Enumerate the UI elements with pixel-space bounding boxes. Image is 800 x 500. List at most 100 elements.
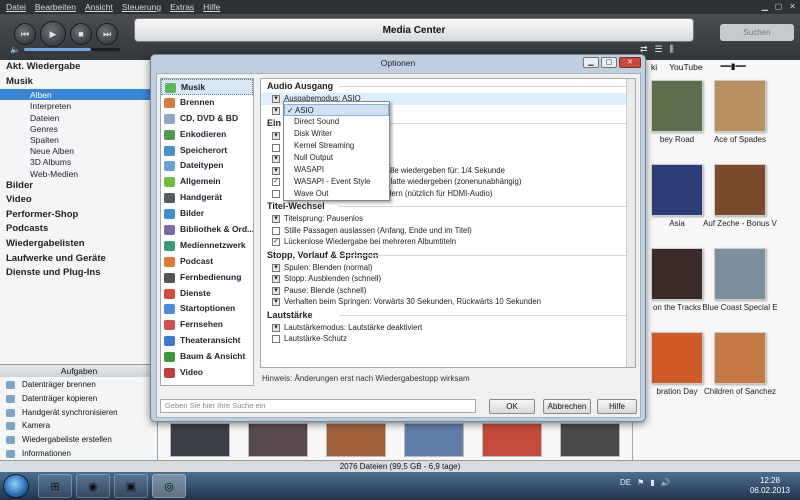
album-cover[interactable]	[651, 80, 703, 132]
equalizer-icon[interactable]: ⫼	[670, 44, 674, 55]
sidebar-item-3d-albums[interactable]: 3D Albums	[0, 156, 157, 167]
sidebar-item-alben[interactable]: Alben	[0, 89, 157, 101]
category-podcast[interactable]: Podcast	[161, 254, 253, 270]
taskbar-app-explorer[interactable]: ⊞	[38, 474, 72, 498]
album-title[interactable]: Children of Sanchez	[701, 387, 779, 396]
task-item[interactable]: Kamera	[0, 419, 158, 433]
strip-album-cover[interactable]	[170, 423, 230, 457]
sidebar-item-video[interactable]: Video	[0, 193, 157, 208]
task-item[interactable]: Wiedergabeliste erstellen	[0, 433, 158, 447]
network-icon[interactable]: ▮	[650, 478, 654, 487]
strip-album-cover[interactable]	[404, 423, 464, 457]
category-mediennetzwerk[interactable]: Mediennetzwerk	[161, 238, 253, 254]
tab-youtube[interactable]: YouTube	[669, 62, 702, 72]
titel-option-2[interactable]: Stille Passagen auslassen (Anfang, Ende …	[261, 225, 635, 237]
menu-extras[interactable]: Extras	[170, 2, 194, 12]
category-fernbedienung[interactable]: Fernbedienung	[161, 270, 253, 286]
sidebar-item-laufwerke-und-ger-te[interactable]: Laufwerke und Geräte	[0, 252, 157, 267]
dropdown-option-wave-out[interactable]: Wave Out	[284, 188, 389, 200]
category-baum-ansicht[interactable]: Baum & Ansicht	[161, 349, 253, 365]
dropdown-option-null-output[interactable]: Null Output	[284, 152, 389, 164]
dropdown-icon[interactable]: ▾	[272, 323, 280, 332]
titel-option-1[interactable]: ▾ Titelsprung: Pausenlos	[261, 213, 635, 225]
strip-album-cover[interactable]	[326, 423, 386, 457]
dropdown-icon[interactable]: ▾	[272, 132, 280, 140]
sidebar-item-performer-shop[interactable]: Performer-Shop	[0, 208, 157, 223]
cancel-button[interactable]: Abbrechen	[543, 399, 591, 414]
category-brennen[interactable]: Brennen	[161, 95, 253, 111]
checkbox[interactable]	[272, 143, 280, 152]
category-dateitypen[interactable]: Dateitypen	[161, 158, 253, 174]
task-item[interactable]: Datenträger brennen	[0, 378, 158, 392]
category-dienste[interactable]: Dienste	[161, 286, 253, 302]
dropdown-option-kernel-streaming[interactable]: Kernel Streaming	[284, 140, 389, 152]
volume-tray-icon[interactable]: 🔊	[661, 478, 671, 487]
category-allgemein[interactable]: Allgemein	[161, 174, 253, 190]
laut-option-1[interactable]: ▾ Lautstärkemodus: Lautstärke deaktiviert	[261, 322, 635, 334]
titel-option-3[interactable]: ✓ Lückenlose Wiedergabe bei mehreren Albu…	[261, 236, 635, 248]
flag-icon[interactable]: ⚑	[637, 478, 644, 487]
album-title[interactable]: Blue Coast Special E	[701, 303, 779, 312]
stopp-option-3[interactable]: ▾ Pause: Blende (schnell)	[261, 285, 635, 297]
checkbox[interactable]: ✓	[272, 238, 280, 246]
category-musik[interactable]: Musik	[161, 79, 253, 95]
menu-steuerung[interactable]: Steuerung	[122, 2, 161, 12]
stopp-option-4[interactable]: ▾ Verhalten beim Springen: Vorwärts 30 Se…	[261, 296, 635, 308]
dialog-close-icon[interactable]: ✕	[619, 57, 641, 68]
dropdown-option-wasapi-event-style[interactable]: WASAPI - Event Style	[284, 176, 389, 188]
checkbox[interactable]	[272, 189, 280, 198]
sidebar-item-neue-alben[interactable]: Neue Alben	[0, 145, 157, 156]
sidebar-item-interpreten[interactable]: Interpreten	[0, 100, 157, 111]
category-cd-dvd-bd[interactable]: CD, DVD & BD	[161, 111, 253, 127]
dropdown-icon[interactable]: ▾	[272, 95, 280, 103]
album-cover[interactable]	[651, 164, 703, 216]
checkbox[interactable]	[272, 335, 280, 343]
dropdown-option-wasapi[interactable]: WASAPI	[284, 164, 389, 176]
category-startoptionen[interactable]: Startoptionen	[161, 301, 253, 317]
sidebar-item-dateien[interactable]: Dateien	[0, 112, 157, 123]
menu-datei[interactable]: Datei	[6, 2, 26, 12]
album-title[interactable]: Auf Zeche - Bonus V	[701, 219, 779, 228]
dropdown-option-direct-sound[interactable]: Direct Sound	[284, 116, 389, 128]
menu-ansicht[interactable]: Ansicht	[85, 2, 113, 12]
language-indicator[interactable]: DE	[620, 478, 631, 487]
stopp-option-2[interactable]: ▾ Stopp: Ausblenden (schnell)	[261, 273, 635, 285]
dropdown-option-asio[interactable]: ✓ ASIO	[284, 104, 389, 116]
sidebar-item-bilder[interactable]: Bilder	[0, 179, 157, 194]
strip-album-cover[interactable]	[560, 423, 620, 457]
task-item[interactable]: Informationen	[0, 447, 158, 461]
category-speicherort[interactable]: Speicherort	[161, 143, 253, 159]
category-theateransicht[interactable]: Theateransicht	[161, 333, 253, 349]
laut-option-2[interactable]: Lautstärke-Schutz	[261, 333, 635, 345]
dropdown-icon[interactable]: ▾	[272, 263, 280, 272]
next-icon[interactable]: ⏭	[96, 23, 118, 45]
sidebar-item-musik[interactable]: Musik	[0, 75, 157, 90]
dropdown-icon[interactable]: ▾	[272, 286, 280, 295]
strip-album-cover[interactable]	[482, 423, 542, 457]
previous-icon[interactable]: ⏮	[14, 23, 36, 45]
minimize-icon[interactable]: ▁	[762, 2, 768, 11]
task-item[interactable]: Datenträger kopieren	[0, 392, 158, 406]
search-input[interactable]: Suchen	[720, 24, 794, 41]
sidebar-item-podcasts[interactable]: Podcasts	[0, 222, 157, 237]
sidebar-item-wiedergabelisten[interactable]: Wiedergabelisten	[0, 237, 157, 252]
dropdown-icon[interactable]: ▾	[272, 215, 280, 223]
stopp-option-1[interactable]: ▾ Spulen: Blenden (normal)	[261, 262, 635, 274]
album-cover[interactable]	[714, 332, 766, 384]
help-button[interactable]: Hilfe	[597, 399, 637, 414]
album-title[interactable]: Ace of Spades	[701, 135, 779, 144]
category-bilder[interactable]: Bilder	[161, 206, 253, 222]
volume-slider[interactable]	[23, 47, 120, 51]
dropdown-icon[interactable]: ▾	[272, 298, 280, 306]
clock[interactable]: 12:28 06.02.2013	[746, 476, 794, 496]
category-video[interactable]: Video	[161, 365, 253, 381]
category-handger-t[interactable]: Handgerät	[161, 190, 253, 206]
sidebar-item-genres[interactable]: Genres	[0, 123, 157, 134]
tab-ki[interactable]: ki	[651, 62, 657, 72]
dropdown-icon[interactable]: ▾	[272, 155, 280, 163]
sidebar-item-akt-wiedergabe[interactable]: Akt. Wiedergabe	[0, 60, 157, 75]
close-icon[interactable]: ✕	[789, 2, 796, 11]
dialog-search-input[interactable]: Geben Sie hier Ihre Suche ein	[160, 399, 476, 413]
dialog-minimize-icon[interactable]: ▁	[583, 57, 599, 68]
album-cover[interactable]	[714, 164, 766, 216]
